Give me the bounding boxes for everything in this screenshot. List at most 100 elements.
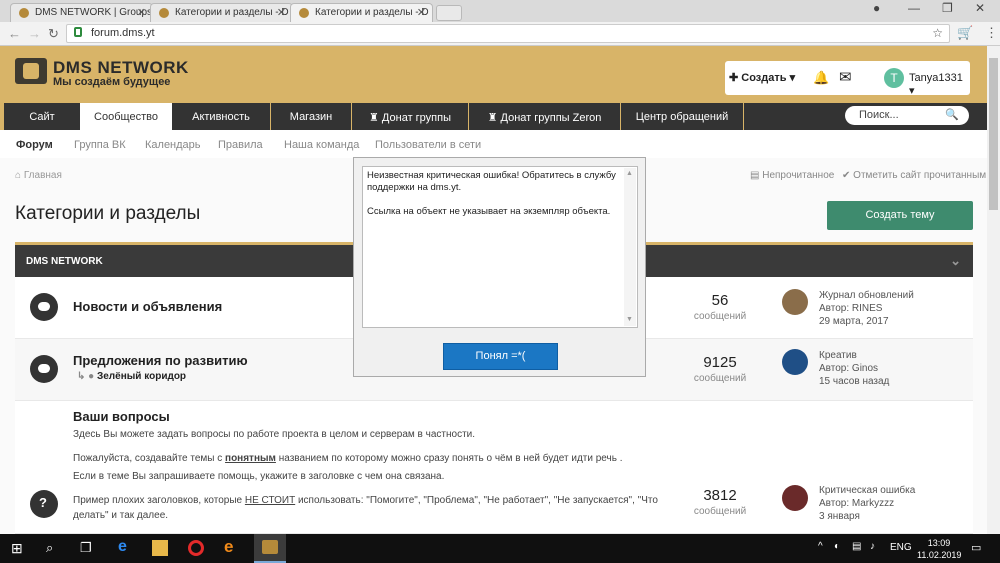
subnav-forum[interactable]: Форум — [16, 139, 53, 151]
unread-link[interactable]: ▤ Непрочитанное — [750, 170, 834, 181]
network-icon[interactable]: ▤ — [852, 541, 861, 552]
dms-launcher-taskbar-button[interactable] — [254, 534, 286, 563]
ucbrowser-icon[interactable]: e — [224, 537, 233, 557]
forum-chat-icon — [30, 293, 58, 321]
minimize-icon[interactable]: — — [908, 1, 920, 15]
new-tab-button[interactable] — [436, 5, 462, 21]
close-window-icon[interactable]: ✕ — [975, 1, 985, 15]
url-text: forum.dms.yt — [91, 27, 155, 39]
dialog-scrollbar[interactable]: ▲ ▼ — [624, 168, 636, 326]
forum-chat-icon — [30, 355, 58, 383]
opera-icon[interactable] — [188, 540, 204, 556]
scroll-up-icon[interactable]: ▲ — [626, 168, 633, 180]
error-message-box[interactable]: Неизвестная критическая ошибка! Обратите… — [362, 166, 638, 328]
caret-down-icon: ▾ — [786, 72, 796, 84]
maximize-icon[interactable]: ❐ — [942, 1, 953, 15]
forum-stats: 56 сообщений — [693, 292, 747, 322]
browser-tab[interactable]: DMS NETWORK | Groups ✕ — [10, 3, 153, 22]
tab-label: Категории и разделы - D — [175, 7, 289, 18]
last-post-author[interactable]: Автор: Markyzzz — [819, 497, 915, 510]
search-icon[interactable]: ⌕ — [46, 540, 53, 556]
last-post-title[interactable]: Креатив — [819, 349, 889, 362]
subnav-calendar[interactable]: Календарь — [145, 139, 201, 151]
url-input[interactable]: forum.dms.yt ☆ — [66, 24, 950, 43]
last-post-author[interactable]: Автор: RINES — [819, 302, 914, 315]
last-post-title[interactable]: Критическая ошибка — [819, 484, 915, 497]
search-icon[interactable]: 🔍 — [945, 108, 959, 121]
unread-icon: ▤ — [750, 170, 763, 181]
nav-activity[interactable]: Активность — [172, 103, 270, 130]
scrollbar-thumb[interactable] — [989, 58, 998, 210]
forum-title[interactable]: Предложения по развитию — [73, 353, 248, 368]
subforum-link[interactable]: ↳ ● Зелёный коридор — [77, 371, 186, 382]
nav-support-center[interactable]: Центр обращений — [621, 103, 743, 130]
windows-taskbar: ⊞ ⌕ ❐ e e ^ ◐ ▤ ♪ ENG 13:09 11.02.2019 ▭ — [0, 534, 1000, 563]
browser-tab[interactable]: Категории и разделы - D ✕ — [150, 3, 293, 22]
nav-shop[interactable]: Магазин — [271, 103, 351, 130]
file-explorer-icon[interactable] — [152, 540, 168, 556]
create-thread-button[interactable]: Создать тему — [827, 201, 973, 230]
last-post-info: Критическая ошибка Автор: Markyzzz 3 янв… — [819, 484, 915, 523]
tray-app-icon[interactable]: ◐ — [834, 541, 840, 552]
last-post-title[interactable]: Журнал обновлений — [819, 289, 914, 302]
input-language[interactable]: ENG — [890, 542, 912, 553]
last-post-author[interactable]: Автор: Ginos — [819, 362, 889, 375]
bookmark-star-icon[interactable]: ☆ — [932, 26, 943, 40]
user-menu[interactable]: Tanya1331 ▾ — [909, 72, 970, 97]
forum-title[interactable]: Ваши вопросы — [73, 409, 170, 424]
reload-icon[interactable]: ↻ — [48, 26, 59, 42]
nav-donate-zeron[interactable]: ♜ Донат группы Zeron — [469, 103, 620, 130]
subnav-rules[interactable]: Правила — [218, 139, 263, 151]
close-tab-icon[interactable]: ✕ — [277, 6, 286, 19]
search-input[interactable]: Поиск... 🔍 — [845, 106, 969, 125]
create-button[interactable]: ✚ Создать ▾ — [729, 71, 795, 84]
back-icon[interactable]: ← — [8, 26, 21, 41]
task-view-icon[interactable]: ❐ — [80, 540, 92, 556]
last-post-date: 15 часов назад — [819, 376, 890, 387]
notification-center-icon[interactable]: ▭ — [971, 541, 981, 554]
user-avatar[interactable]: T — [884, 68, 904, 88]
category-title: DMS NETWORK — [26, 256, 103, 267]
breadcrumb[interactable]: ⌂ Главная — [15, 170, 62, 181]
messages-envelope-icon[interactable]: ✉ — [839, 68, 852, 86]
windows-start-icon[interactable]: ⊞ — [11, 540, 23, 557]
tab-label: Категории и разделы - D — [315, 7, 429, 18]
brand-name[interactable]: DMS NETWORK — [53, 58, 189, 78]
nav-donate-groups[interactable]: ♜ Донат группы — [352, 103, 468, 130]
profile-icon[interactable]: ● — [873, 1, 880, 15]
scroll-down-icon[interactable]: ▼ — [626, 314, 633, 326]
subnav-vk-group[interactable]: Группа ВК — [74, 139, 126, 151]
notifications-bell-icon[interactable]: 🔔 — [813, 70, 829, 86]
forum-title[interactable]: Новости и объявления — [73, 299, 222, 314]
cart-extension-icon[interactable]: 🛒 — [957, 25, 973, 41]
clock[interactable]: 13:09 11.02.2019 — [917, 537, 961, 561]
last-post-avatar[interactable] — [782, 485, 808, 511]
menu-dots-icon[interactable]: ⋮ — [985, 25, 998, 41]
subnav-team[interactable]: Наша команда — [284, 139, 359, 151]
close-tab-icon[interactable]: ✕ — [137, 6, 146, 19]
username: Tanya1331 — [909, 72, 963, 84]
dialog-ok-button[interactable]: Понял =*( — [443, 343, 558, 370]
check-icon: ✔ — [842, 170, 854, 181]
last-post-avatar[interactable] — [782, 349, 808, 375]
subforum-arrow-icon: ↳ ● — [77, 371, 97, 382]
last-post-avatar[interactable] — [782, 289, 808, 315]
close-tab-icon[interactable]: ✕ — [417, 6, 426, 19]
page-scrollbar[interactable] — [987, 46, 1000, 534]
nav-site[interactable]: Сайт — [4, 103, 80, 130]
error-message-line: Ссылка на объект не указывает на экземпл… — [367, 206, 611, 217]
error-message-line: Неизвестная критическая ошибка! Обратите… — [367, 170, 616, 181]
tray-expand-icon[interactable]: ^ — [818, 541, 823, 552]
caret-down-icon: ▾ — [909, 85, 915, 97]
main-nav: Сайт Сообщество Активность Магазин ♜ Дон… — [0, 100, 987, 130]
subnav-online-users[interactable]: Пользователи в сети — [375, 139, 481, 151]
edge-browser-icon[interactable]: e — [118, 538, 127, 556]
plus-icon: ✚ — [729, 72, 742, 84]
forward-icon[interactable]: → — [28, 26, 41, 41]
browser-tab-active[interactable]: Категории и разделы - D ✕ — [290, 3, 433, 22]
mark-read-link[interactable]: ✔ Отметить сайт прочитанным — [842, 170, 986, 181]
collapse-chevron-icon[interactable]: ⌄ — [950, 253, 961, 269]
volume-icon[interactable]: ♪ — [870, 541, 875, 552]
nav-community[interactable]: Сообщество — [80, 103, 172, 130]
logo-icon[interactable] — [15, 58, 47, 84]
